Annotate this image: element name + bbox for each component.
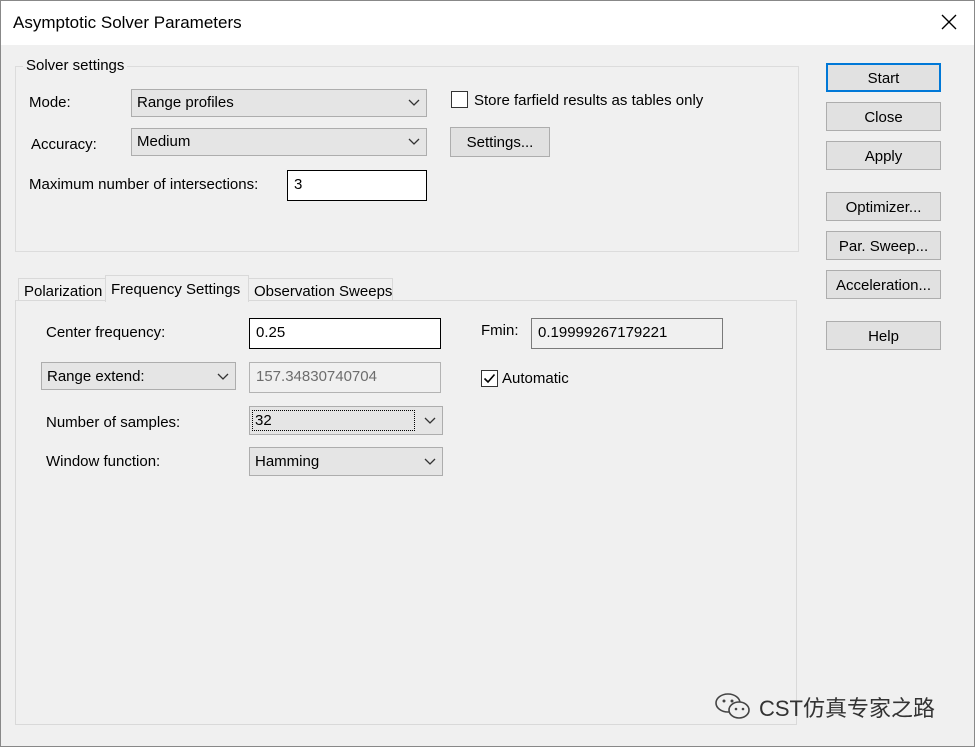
range-mode-dropdown[interactable]: Range extend: — [41, 362, 236, 390]
window-function-dropdown[interactable]: Hamming — [249, 447, 443, 476]
chevron-down-icon — [408, 99, 420, 106]
max-intersections-label: Maximum number of intersections: — [29, 176, 259, 193]
automatic-label[interactable]: Automatic — [502, 370, 569, 387]
window-function-value: Hamming — [255, 453, 320, 470]
range-extend-input[interactable]: 157.34830740704 — [249, 362, 441, 393]
tab-polarization[interactable]: Polarization — [18, 278, 106, 302]
tab-frequency-settings[interactable]: Frequency Settings — [105, 275, 249, 302]
fmin-label: Fmin: — [481, 322, 519, 339]
solver-settings-label: Solver settings — [23, 57, 128, 74]
samples-dropdown[interactable]: 32 — [249, 406, 443, 435]
help-button[interactable]: Help — [826, 321, 941, 350]
automatic-checkbox[interactable] — [481, 370, 498, 387]
fmin-field: 0.19999267179221 — [531, 318, 723, 349]
accuracy-dropdown[interactable]: Medium — [131, 128, 427, 156]
close-icon[interactable] — [938, 11, 960, 33]
store-farfield-label[interactable]: Store farfield results as tables only — [474, 92, 703, 109]
window-function-label: Window function: — [46, 453, 161, 470]
mode-dropdown[interactable]: Range profiles — [131, 89, 427, 117]
title-bar[interactable]: Asymptotic Solver Parameters — [1, 1, 974, 45]
chevron-down-icon — [408, 138, 420, 145]
window-title: Asymptotic Solver Parameters — [13, 13, 242, 32]
mode-label: Mode: — [29, 94, 71, 111]
chevron-down-icon — [424, 417, 436, 424]
close-button[interactable]: Close — [826, 102, 941, 131]
range-mode-value: Range extend: — [47, 368, 145, 385]
dialog-window: Asymptotic Solver Parameters Solver sett… — [0, 0, 975, 747]
par-sweep-button[interactable]: Par. Sweep... — [826, 231, 941, 260]
tab-observation-sweeps[interactable]: Observation Sweeps — [248, 278, 393, 302]
watermark-text: CST仿真专家之路 — [759, 696, 936, 721]
focus-rect — [252, 410, 415, 431]
wechat-icon — [715, 693, 750, 719]
chevron-down-icon — [424, 458, 436, 465]
samples-label: Number of samples: — [46, 414, 181, 431]
acceleration-button[interactable]: Acceleration... — [826, 270, 941, 299]
mode-value: Range profiles — [137, 94, 234, 111]
settings-button[interactable]: Settings... — [450, 127, 550, 157]
max-intersections-input[interactable]: 3 — [287, 170, 427, 201]
accuracy-value: Medium — [137, 133, 191, 150]
start-button[interactable]: Start — [826, 63, 941, 92]
accuracy-label: Accuracy: — [31, 136, 97, 153]
store-farfield-checkbox[interactable] — [451, 91, 468, 108]
center-frequency-input[interactable]: 0.25 — [249, 318, 441, 349]
optimizer-button[interactable]: Optimizer... — [826, 192, 941, 221]
center-frequency-label: Center frequency: — [46, 324, 166, 341]
chevron-down-icon — [217, 373, 229, 380]
apply-button[interactable]: Apply — [826, 141, 941, 170]
check-icon — [483, 373, 496, 384]
